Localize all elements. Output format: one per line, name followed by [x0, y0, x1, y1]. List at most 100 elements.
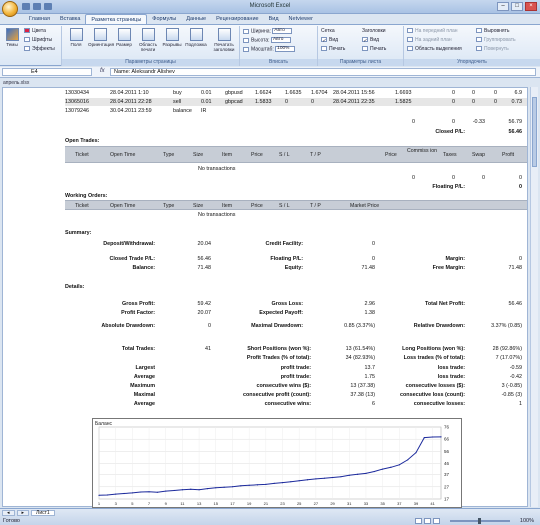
sheet-tabs: ◂ ▸ Лист1: [2, 510, 55, 516]
margins-button[interactable]: Поля: [66, 28, 86, 47]
theme-colors-button[interactable]: Цвета: [24, 28, 46, 34]
col-price: Price: [251, 152, 263, 158]
close-button[interactable]: ×: [525, 2, 537, 11]
themes-group: Темы Цвета Шрифты Эффекты: [0, 26, 62, 66]
formula-input[interactable]: Name: Aleksandr Alishev: [110, 68, 536, 76]
balance-point: [290, 481, 292, 483]
balance-point: [315, 478, 317, 480]
margin-label: Margin:: [445, 256, 465, 262]
page-layout-view-button[interactable]: [424, 518, 431, 524]
deal-cell-sl: 0: [285, 99, 288, 105]
profit-trades-value: 34 (82.93%): [345, 355, 375, 361]
col-commission: Commiss ion: [407, 148, 437, 154]
tab-netviewer[interactable]: Netviewer: [284, 14, 318, 24]
size-button[interactable]: Размер: [114, 28, 134, 47]
balance-chart[interactable]: Баланс 17 27 37 46 56 66 76 1 3 5 7 9 11 13 15 17 19 21 23 2…: [92, 418, 462, 508]
theme-effects-button[interactable]: Эффекты: [24, 46, 55, 52]
working-orders-no-transactions: No transactions: [198, 212, 236, 218]
tab-formulas[interactable]: Формулы: [147, 14, 181, 24]
balance-point: [265, 483, 267, 485]
sheet-nav-last[interactable]: ▸: [16, 510, 30, 516]
x-tick-label: 37: [397, 501, 402, 506]
summary-floating-label: Floating P/L:: [270, 256, 303, 262]
background-button[interactable]: Подложка: [184, 28, 208, 47]
fit-height: Высота: Авто: [243, 37, 291, 43]
tab-data[interactable]: Данные: [181, 14, 211, 24]
print-titles-button[interactable]: Печатать заголовки: [210, 28, 238, 52]
maximal-label: Maximal: [133, 392, 155, 398]
y-tick-label: 56: [444, 449, 450, 454]
rotate-button[interactable]: Повернуть: [476, 46, 509, 52]
print-area-button[interactable]: Область печати: [136, 28, 160, 52]
theme-fonts-button[interactable]: Шрифты: [24, 37, 52, 43]
balance-point: [365, 472, 367, 474]
headings-print-checkbox[interactable]: Печать: [362, 46, 386, 52]
x-tick-label: 19: [247, 501, 252, 506]
tab-insert[interactable]: Вставка: [55, 14, 85, 24]
avg-consecutive-losses-value: 1: [519, 401, 522, 407]
long-positions-value: 28 (92.86%): [492, 346, 522, 352]
minimize-button[interactable]: –: [497, 2, 509, 11]
align-button[interactable]: Выровнять: [476, 28, 510, 34]
deal-cell-taxes: 0: [472, 90, 475, 96]
balance-point: [115, 493, 117, 495]
fit-scale-input[interactable]: 100%: [275, 46, 296, 52]
page-break-view-button[interactable]: [433, 518, 440, 524]
balance-chart-svg: Баланс172737465666761 3 5 7 9 11 13 15 17 19 21 23 2…: [95, 421, 450, 506]
fit-width-select[interactable]: Авто: [272, 28, 293, 34]
gridlines-view-checkbox[interactable]: ✓ Вид: [321, 37, 338, 44]
themes-button[interactable]: Темы: [2, 28, 22, 47]
maximize-button[interactable]: □: [511, 2, 523, 11]
name-box[interactable]: E4: [2, 68, 92, 76]
maximal-drawdown-value: 0.85 (3.37%): [344, 323, 375, 329]
open-trades-no-transactions: No transactions: [198, 166, 236, 172]
details-title: Details:: [65, 284, 85, 290]
fit-height-select[interactable]: Авто: [270, 37, 291, 43]
wo-col-price: Price: [251, 203, 263, 209]
breaks-button[interactable]: Разрывы: [162, 28, 182, 47]
sheet-nav-first[interactable]: ◂: [2, 510, 15, 516]
group-button[interactable]: Группировать: [476, 37, 516, 43]
tab-review[interactable]: Рецензирование: [211, 14, 263, 24]
normal-view-button[interactable]: [415, 518, 422, 524]
scrollbar-thumb[interactable]: [532, 97, 537, 167]
balance-point: [223, 486, 225, 488]
sheet-options-group: Сетка Заголовки ✓ Вид ✓ Вид Печать Печать …: [318, 26, 404, 66]
x-tick-label: 23: [280, 501, 285, 506]
tab-view[interactable]: Вид: [264, 14, 284, 24]
bring-front-button[interactable]: На передний план: [407, 28, 458, 34]
orientation-button[interactable]: Ориентация: [88, 28, 114, 47]
tab-home[interactable]: Главная: [24, 14, 55, 24]
max-consecutive-losses-value: 3 (-0.85): [501, 383, 522, 389]
send-back-button[interactable]: На задний план: [407, 37, 452, 43]
x-tick-label: 21: [264, 501, 269, 506]
zoom-slider-thumb[interactable]: [478, 518, 481, 524]
vertical-scrollbar[interactable]: [530, 87, 538, 507]
sheet-tab[interactable]: Лист1: [31, 510, 55, 516]
office-button[interactable]: [2, 1, 18, 17]
avg-consecutive-wins-label: consecutive wins:: [264, 401, 311, 407]
total-profit: 56.79: [508, 119, 523, 125]
working-orders-title: Working Orders:: [65, 193, 108, 199]
gridlines-print-checkbox[interactable]: Печать: [321, 46, 345, 52]
open-total-commission: 0: [412, 175, 415, 181]
wo-col-item: Item: [222, 203, 233, 209]
gross-profit-label: Gross Profit:: [122, 301, 155, 307]
x-tick-label: 3: [115, 501, 118, 506]
selection-pane-button[interactable]: Область выделения: [407, 46, 462, 52]
balance-point: [423, 437, 425, 439]
headings-view-checkbox[interactable]: ✓ Вид: [362, 37, 379, 44]
total-taxes: 0: [452, 119, 455, 125]
zoom-slider[interactable]: [450, 518, 510, 524]
max-consecutive-wins-label: consecutive wins ($):: [256, 383, 311, 389]
average-profit-label: profit trade:: [280, 374, 311, 380]
tab-page-layout[interactable]: Разметка страницы: [85, 14, 148, 24]
open-total-swap: 0: [482, 175, 485, 181]
deal-cell-profit: 6.9: [514, 90, 523, 96]
largest-loss-value: -0.59: [509, 365, 522, 371]
fx-icon[interactable]: fx: [100, 68, 105, 74]
deal-cell-close-price: 1.6693: [395, 90, 412, 96]
balance-point: [390, 466, 392, 468]
col-sl: S / L: [279, 152, 290, 158]
x-tick-label: 1: [98, 501, 101, 506]
